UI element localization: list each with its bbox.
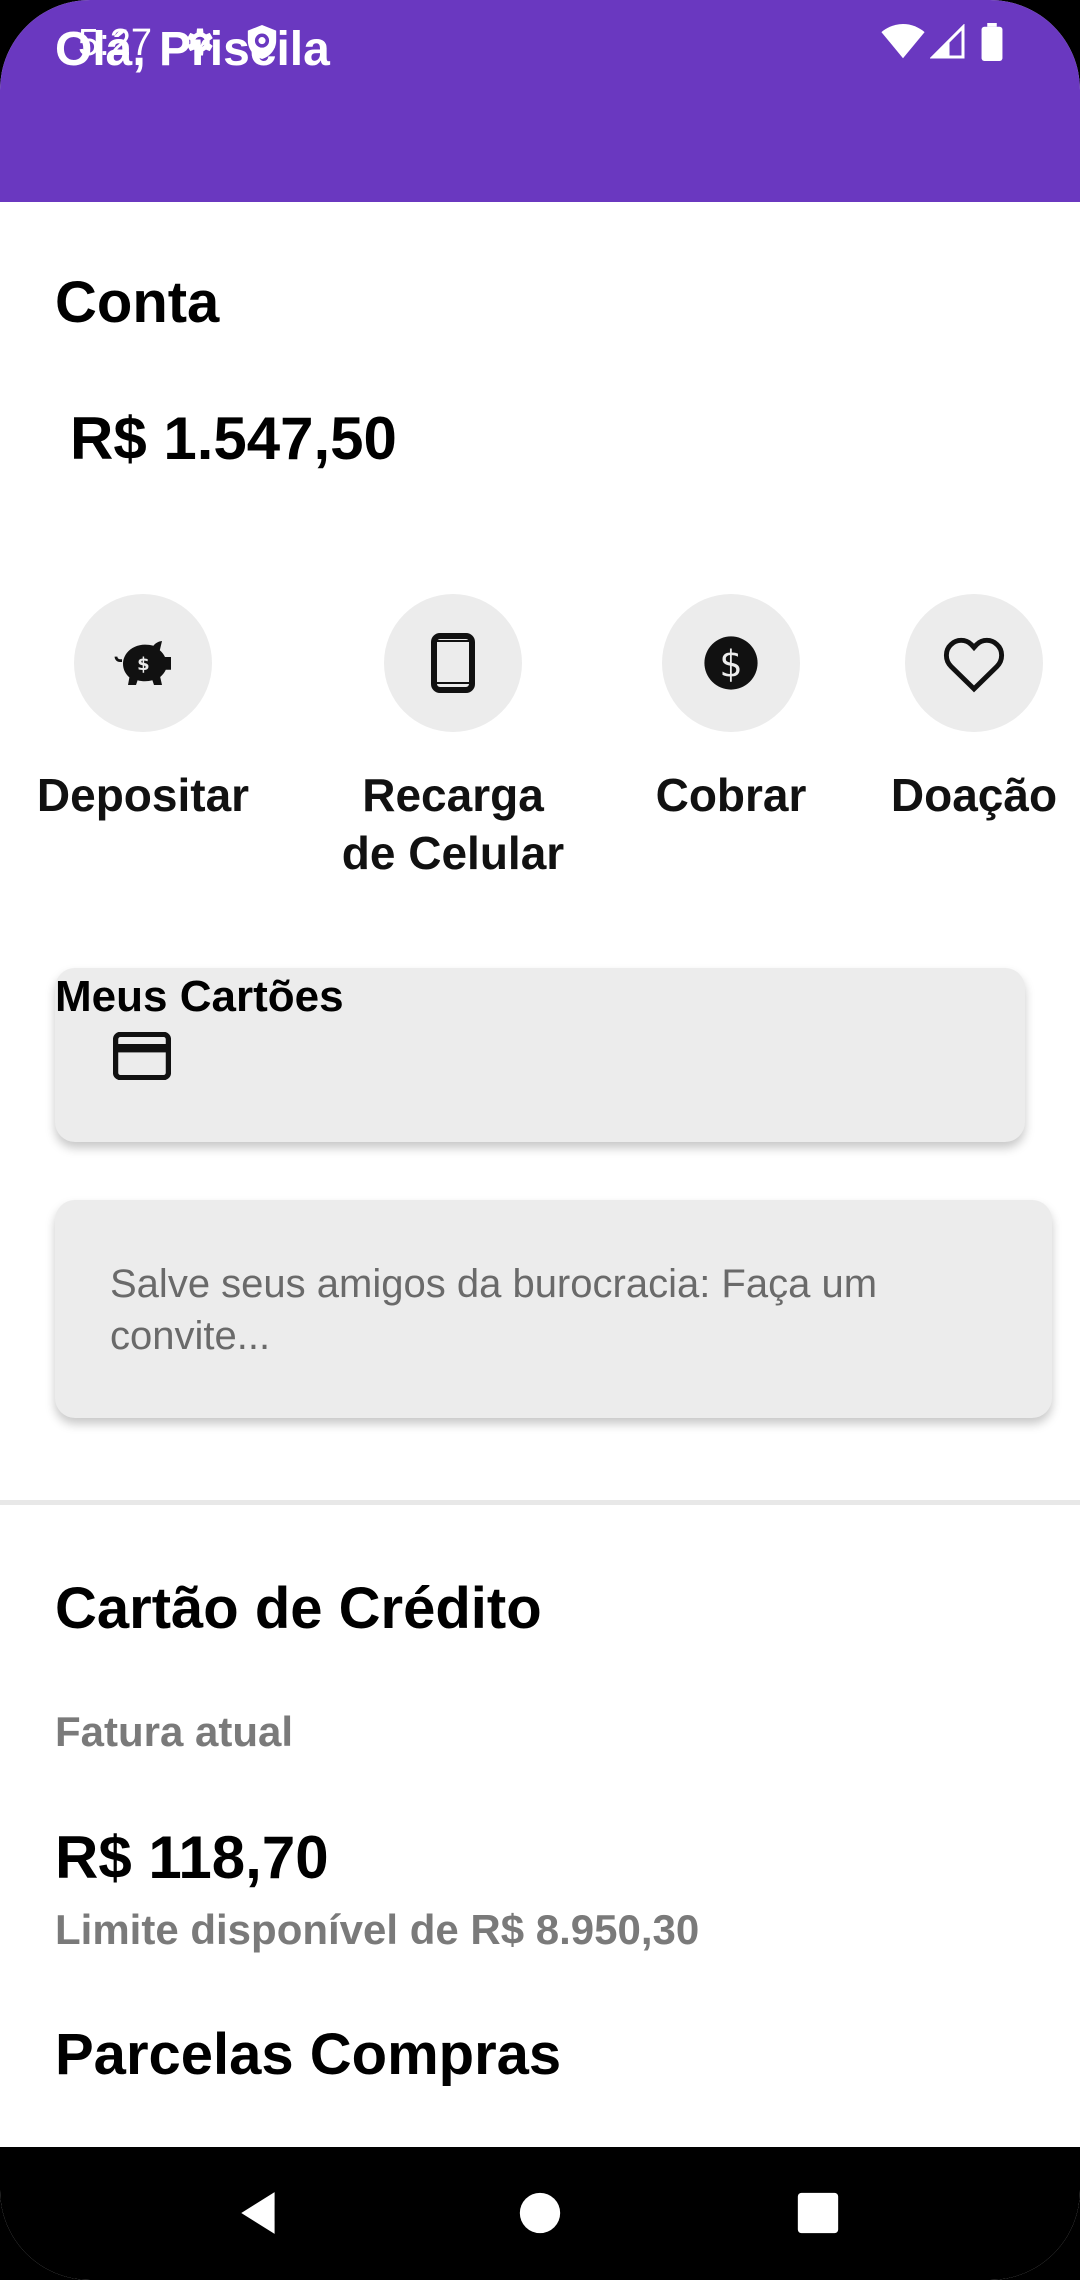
gear-icon [180,22,220,62]
donation-button[interactable]: Doação [854,594,1080,824]
recents-icon[interactable] [786,2181,850,2245]
invoice-amount: R$ 118,70 [55,1824,329,1891]
phone-recharge-button[interactable]: Recarga de Celular [333,594,573,882]
svg-text:$: $ [719,642,742,685]
shield-icon [242,22,282,62]
account-balance: R$ 1.547,50 [70,405,397,472]
back-icon[interactable] [228,2181,292,2245]
invite-card[interactable]: Salve seus amigos da burocracia: Faça um… [55,1200,1052,1418]
home-icon[interactable] [508,2181,572,2245]
svg-text:$: $ [137,654,150,675]
phone-recharge-label: Recarga de Celular [341,769,565,879]
credit-card-icon [112,1031,172,1082]
installments-title: Parcelas Compras [55,2022,562,2087]
credit-card-title: Cartão de Crédito [55,1576,542,1641]
status-bar: 5:27 [0,0,1080,86]
charge-icon-circle[interactable]: $ [662,594,800,732]
account-title: Conta [55,270,220,335]
donation-label: Doação [890,769,1058,821]
signal-icon [928,22,968,62]
deposit-label: Depositar [36,769,250,821]
deposit-icon-circle[interactable]: $ [74,594,212,732]
dollar-icon: $ [704,636,758,690]
deposit-button[interactable]: $ Depositar [23,594,263,824]
phone-recharge-icon-circle[interactable] [384,594,522,732]
available-limit: Limite disponível de R$ 8.950,30 [55,1906,700,1953]
donation-icon-circle[interactable] [905,594,1043,732]
smartphone-icon [431,633,475,693]
heart-icon [943,637,1005,693]
invite-text: Salve seus amigos da burocracia: Faça um… [110,1262,878,1358]
battery-icon [972,22,1012,62]
header: Olá, Priscila 5:27 [0,0,1080,202]
invoice-label: Fatura atual [55,1708,294,1755]
piggy-bank-icon: $ [114,641,171,685]
app-screen: Olá, Priscila 5:27 Conta R$ 1.547,50 $ D… [0,0,1080,2280]
navigation-bar [0,2147,1080,2280]
wifi-icon [880,22,926,62]
my-cards-title: Meus Cartões [55,972,344,1021]
status-time: 5:27 [78,22,152,64]
my-cards-card[interactable]: Meus Cartões [55,968,1025,1142]
charge-button[interactable]: $ Cobrar [611,594,851,824]
section-divider [0,1500,1080,1505]
charge-label: Cobrar [655,769,807,821]
